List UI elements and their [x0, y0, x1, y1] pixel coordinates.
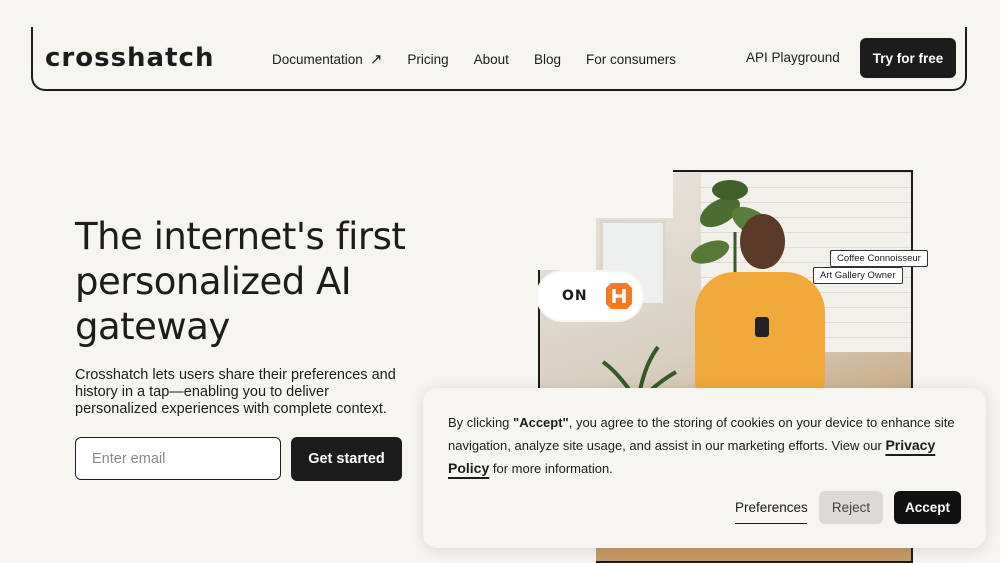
nav-link-pricing[interactable]: Pricing — [407, 50, 448, 68]
accept-button[interactable]: Accept — [894, 491, 961, 524]
cookie-text-prefix: By clicking — [448, 415, 514, 430]
person-head — [740, 214, 785, 269]
phone-icon — [755, 317, 769, 337]
api-playground-link[interactable]: API Playground — [746, 50, 840, 65]
crosshatch-logo[interactable]: crosshatch — [45, 43, 214, 73]
nav-links: Documentation ↗ Pricing About Blog For c… — [272, 50, 701, 68]
nav-link-for-consumers[interactable]: For consumers — [586, 50, 676, 68]
try-for-free-button[interactable]: Try for free — [860, 38, 956, 78]
cookie-text-suffix: for more information. — [489, 461, 613, 476]
reject-button[interactable]: Reject — [819, 491, 883, 524]
crosshatch-orange-icon — [606, 283, 632, 309]
top-navbar: crosshatch Documentation ↗ Pricing About… — [31, 27, 967, 91]
cookie-text: By clicking "Accept", you agree to the s… — [448, 412, 973, 480]
preferences-button[interactable]: Preferences — [735, 492, 808, 524]
cookie-accept-mention: "Accept" — [513, 415, 569, 430]
nav-link-about[interactable]: About — [474, 50, 509, 68]
tag-art-gallery-owner: Art Gallery Owner — [813, 267, 903, 284]
on-toggle-label: ON — [562, 288, 588, 304]
cookie-banner: By clicking "Accept", you agree to the s… — [423, 388, 986, 548]
email-input[interactable] — [75, 437, 281, 480]
hero-subtext: Crosshatch lets users share their prefer… — [75, 367, 396, 417]
nav-link-documentation[interactable]: Documentation ↗ — [272, 50, 382, 68]
external-arrow-icon: ↗ — [369, 51, 383, 68]
nav-link-blog[interactable]: Blog — [534, 50, 561, 68]
hero-headline: The internet's first personalized AI gat… — [75, 215, 406, 348]
get-started-button[interactable]: Get started — [291, 437, 402, 481]
tag-coffee-connoisseur: Coffee Connoisseur — [830, 250, 928, 267]
nav-link-documentation-label: Documentation — [272, 51, 363, 67]
